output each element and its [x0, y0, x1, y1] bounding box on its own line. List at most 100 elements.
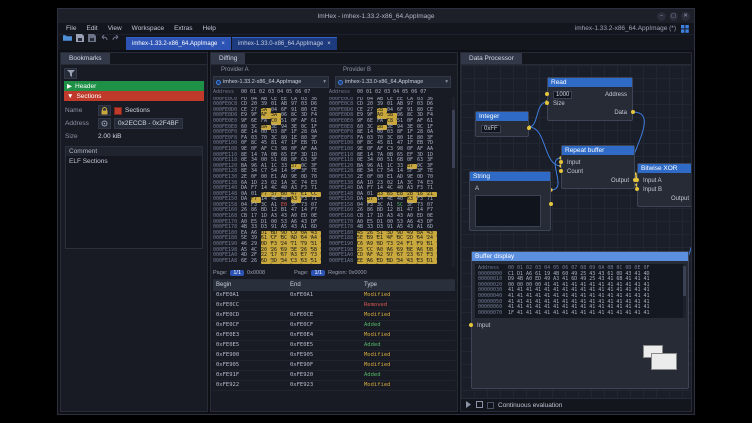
pin-dot[interactable]	[469, 323, 473, 327]
window-control[interactable]: ✕	[681, 12, 690, 21]
window-control[interactable]: –	[657, 12, 666, 21]
tab-bookmarks[interactable]: Bookmarks	[61, 53, 110, 64]
comment-label[interactable]: Comment	[66, 147, 202, 156]
pin-dot[interactable]	[545, 92, 549, 96]
node-title[interactable]: Buffer display	[472, 252, 688, 261]
pin-dot[interactable]	[549, 202, 553, 206]
page-chip-a[interactable]: 1/1	[230, 270, 244, 276]
lock-button[interactable]	[98, 105, 111, 116]
bookmarks-panel: Bookmarks ▶Header▼Sections Name	[60, 52, 208, 412]
size-label: Size	[65, 133, 95, 140]
provider-b-select[interactable]: imhex-1.33.0-x86_64.AppImage ▾	[335, 76, 451, 88]
tab-close-icon[interactable]: ×	[327, 41, 331, 47]
file-tab[interactable]: imhex-1.33.0-x86_64.AppImage×	[232, 37, 337, 50]
node-title[interactable]: Bitwise XOR	[638, 164, 691, 173]
node-canvas[interactable]: Read 1000Address Size Data Integer 0xFF	[461, 65, 691, 398]
buffer-input-pin: Input	[477, 323, 490, 329]
tab-data-processor[interactable]: Data Processor	[461, 53, 522, 64]
name-value[interactable]: Sections	[125, 107, 150, 114]
tab-close-icon[interactable]: ×	[221, 41, 225, 47]
string-text-area[interactable]	[475, 195, 541, 227]
provider-a-select[interactable]: imhex-1.33.2-x86_64.AppImage ▾	[213, 76, 329, 88]
diff-table-column-header[interactable]: Type	[361, 282, 455, 288]
diff-table-row[interactable]: 0xFE0E50xFE0E5Added	[213, 341, 455, 351]
diff-hex-view[interactable]: 000FE0C0FD04ABCEEECA0336000FE0C0FD04ABCE…	[213, 97, 455, 267]
pin-dot[interactable]	[559, 169, 563, 173]
bookmark-entry[interactable]: ▼Sections	[64, 91, 204, 101]
open-file-icon[interactable]	[63, 29, 72, 47]
target-icon	[101, 120, 108, 127]
diff-table-row[interactable]: 0xFE9220xFE923Modified	[213, 381, 455, 391]
node-string[interactable]: String A	[469, 171, 551, 231]
data-processor-panel: Data Processor	[460, 52, 692, 412]
tab-diffing[interactable]: Diffing	[211, 53, 245, 64]
integer-value-input[interactable]: 0xFF	[481, 125, 501, 133]
diff-table-row[interactable]: 0xFE0A10xFE0A1Modified	[213, 291, 455, 301]
node-repeat-buffer[interactable]: Repeat buffer Input Count Output	[561, 145, 635, 189]
file-tabs: imhex-1.33.2-x86_64.AppImage×imhex-1.33.…	[126, 37, 337, 50]
pin-dot[interactable]	[527, 126, 531, 130]
diff-table: BeginEndType 0xFE0A10xFE0A1Modified0xFE0…	[213, 279, 455, 409]
pin-dot[interactable]	[559, 160, 563, 164]
reset-icon[interactable]	[476, 401, 483, 410]
undo-arrow-icon[interactable]	[100, 29, 108, 47]
diff-table-row[interactable]: 0xFE9000xFE905Modified	[213, 351, 455, 361]
page-chip-b[interactable]: 1/1	[311, 270, 325, 276]
bookmark-entry[interactable]: ▶Header	[64, 81, 204, 91]
buffer-hex-row[interactable]: 000000701F 41 41 41 41 41 41 41 41 41 41…	[478, 311, 682, 317]
menu-extras[interactable]: Extras	[169, 25, 197, 32]
save-icon[interactable]	[76, 29, 84, 47]
read-size-pin: Size	[553, 101, 565, 107]
pin-dot[interactable]	[545, 101, 549, 105]
xor-output-pin: Output	[671, 196, 689, 202]
pin-dot[interactable]	[635, 187, 639, 191]
window-controls[interactable]: –▢✕	[657, 12, 694, 21]
pin-dot[interactable]	[635, 178, 639, 182]
redo-arrow-icon[interactable]	[112, 29, 120, 47]
diff-table-column-header[interactable]: End	[287, 282, 361, 288]
comment-input[interactable]: ELF Sections	[66, 156, 202, 248]
xor-input-b-pin: Input B	[643, 187, 662, 193]
lock-icon	[101, 107, 108, 115]
node-read[interactable]: Read 1000Address Size Data	[547, 77, 633, 121]
diffing-panel: Diffing Provider A Provider B imhex-1.33…	[210, 52, 458, 412]
continuous-evaluation-checkbox[interactable]	[487, 402, 494, 409]
menubar-file-title: imhex-1.33.2-x86_64.AppImage (*)	[575, 25, 676, 32]
title-bar[interactable]: ImHex - imhex-1.33.2-x86_64.AppImage –▢✕	[58, 9, 694, 23]
diff-table-row[interactable]: 0xFE0CD0xFE0CEModified	[213, 311, 455, 321]
read-size-input[interactable]: 1000	[553, 91, 572, 99]
node-title[interactable]: Repeat buffer	[562, 146, 634, 155]
window-control[interactable]: ▢	[669, 12, 678, 21]
page-label-b: Page:	[294, 270, 308, 276]
file-tab[interactable]: imhex-1.33.2-x86_64.AppImage×	[126, 37, 231, 50]
node-title[interactable]: String	[470, 172, 550, 181]
pin-dot[interactable]	[631, 110, 635, 114]
save-all-icon[interactable]	[88, 29, 96, 47]
diff-table-row[interactable]: 0xFE0CCRemoved	[213, 301, 455, 311]
filter-button[interactable]	[64, 68, 77, 79]
menu-help[interactable]: Help	[198, 25, 221, 32]
diff-hex-row[interactable]: 000FE1A86E266D3D34C36351000FE1A8EEA6EDBD…	[213, 259, 455, 265]
node-integer[interactable]: Integer 0xFF	[475, 111, 529, 137]
jump-to-address-button[interactable]	[98, 118, 111, 129]
buffer-hex-view[interactable]: Address 00 01 02 03 04 05 06 07 08 09 0A…	[475, 264, 685, 318]
diff-table-column-header[interactable]: Begin	[213, 282, 287, 288]
process-play-icon[interactable]	[465, 401, 472, 410]
node-bitwise-xor[interactable]: Bitwise XOR Input A Input B Output	[637, 163, 691, 207]
diff-table-row[interactable]: 0xFE0CF0xFE0CFAdded	[213, 321, 455, 331]
hex-scrollbar[interactable]	[452, 97, 455, 267]
diff-table-row[interactable]: 0xFE0E30xFE0E4Modified	[213, 331, 455, 341]
diff-table-row[interactable]: 0xFE9050xFE90FModified	[213, 361, 455, 371]
node-title[interactable]: Read	[548, 78, 632, 87]
address-value[interactable]: 0x2ECCB - 0x2F4BF	[114, 118, 183, 129]
menu-workspace[interactable]: Workspace	[127, 25, 169, 32]
string-value-input[interactable]: A	[475, 186, 479, 192]
diff-hex-rows: 000FE0C0FD04ABCEEECA0336000FE0C0FD04ABCE…	[213, 97, 455, 265]
bookmark-color-swatch[interactable]	[114, 107, 122, 115]
imhex-window: ImHex - imhex-1.33.2-x86_64.AppImage –▢✕…	[57, 8, 695, 415]
buffer-scrollbar[interactable]	[683, 264, 686, 318]
diff-table-row[interactable]: 0xFE91F0xFE920Added	[213, 371, 455, 381]
chevron-down-icon: ▾	[323, 79, 326, 85]
window-title: ImHex - imhex-1.33.2-x86_64.AppImage	[58, 13, 694, 20]
node-title[interactable]: Integer	[476, 112, 528, 121]
